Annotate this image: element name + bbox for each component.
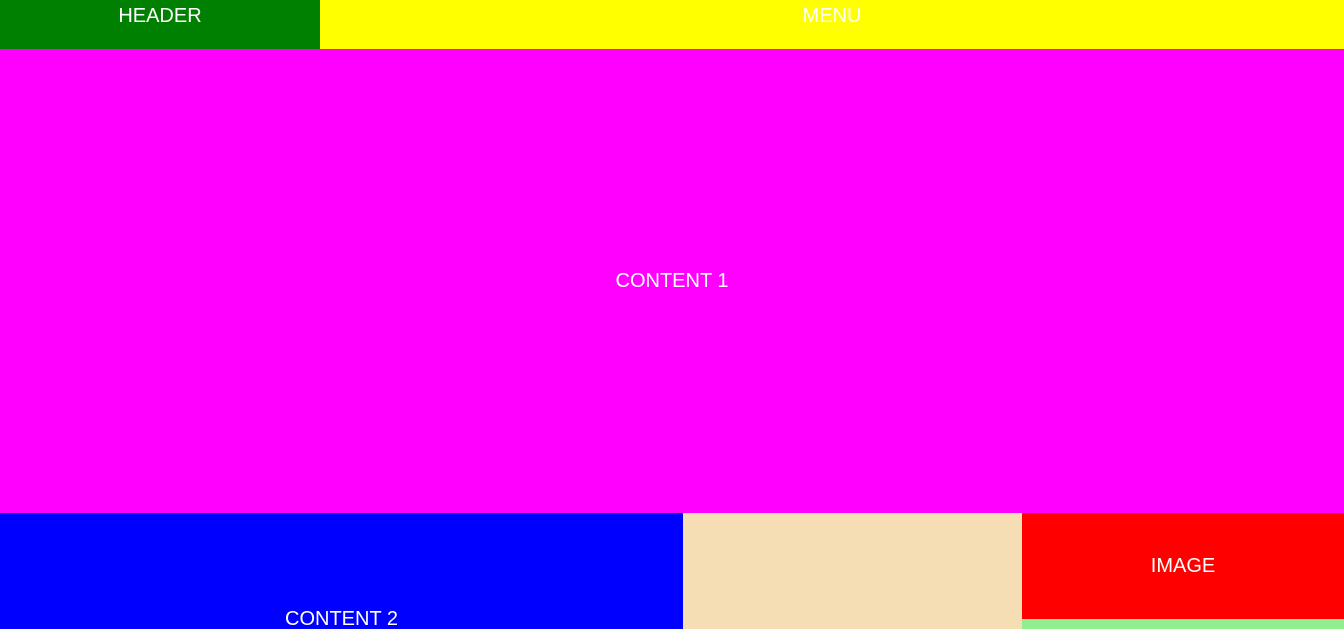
image-label: IMAGE	[1150, 555, 1216, 577]
content-1-block: CONTENT 1	[0, 49, 1344, 513]
header-block: HEADER	[0, 0, 320, 49]
content-2-block: CONTENT 2	[0, 513, 683, 629]
content-1-label: CONTENT 1	[615, 270, 729, 292]
image-block: IMAGE	[1022, 513, 1344, 619]
tan-panel	[683, 513, 1022, 629]
menu-label: MENU	[802, 5, 862, 27]
header-label: HEADER	[118, 5, 202, 27]
page: HEADER MENU CONTENT 1 CONTENT 2 IMAGE	[0, 0, 1344, 629]
green-strip	[1022, 619, 1344, 629]
content-2-label: CONTENT 2	[285, 608, 398, 629]
menu-block[interactable]: MENU	[320, 0, 1344, 49]
